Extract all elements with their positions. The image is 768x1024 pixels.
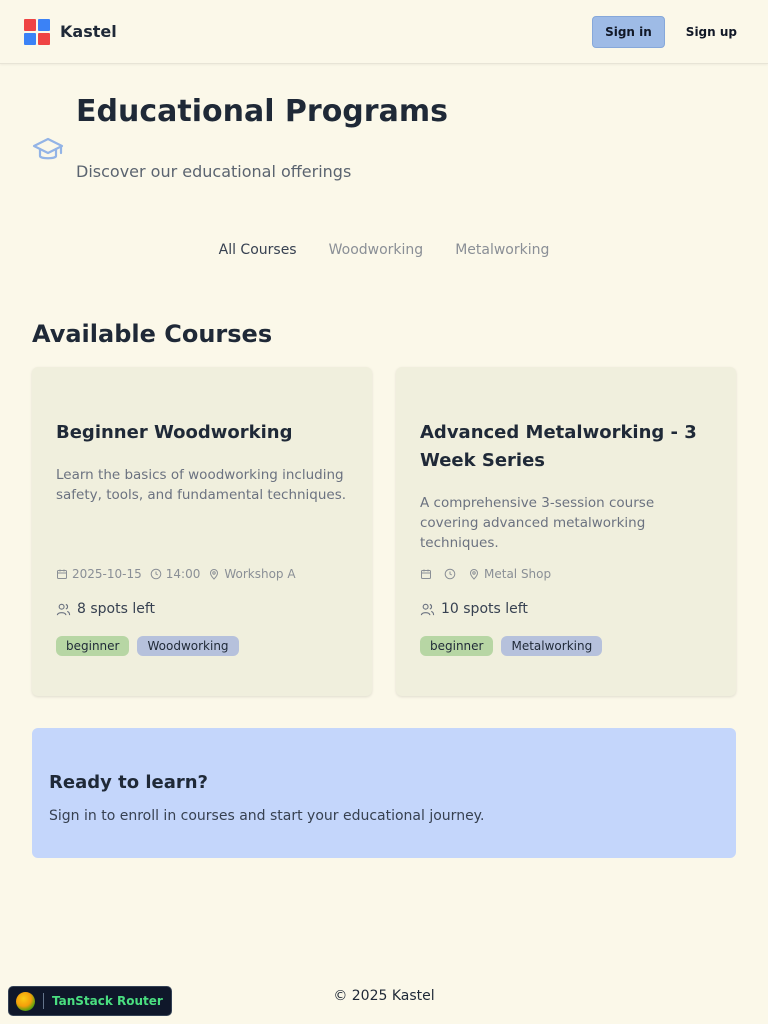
level-badge: beginner — [56, 636, 130, 656]
course-card[interactable]: Beginner Woodworking Learn the basics of… — [32, 367, 372, 696]
course-list: Beginner Woodworking Learn the basics of… — [32, 367, 736, 696]
course-location: Workshop A — [208, 567, 296, 581]
callout-text: Sign in to enroll in courses and start y… — [49, 808, 485, 824]
spots-left: 10 spots left — [420, 601, 528, 617]
course-time — [444, 568, 460, 580]
users-icon — [420, 603, 435, 615]
tab-metalworking[interactable]: Metalworking — [455, 240, 549, 260]
course-meta: 2025-10-15 14:00 Workshop A — [56, 567, 348, 581]
sign-in-button[interactable]: Sign in — [592, 15, 665, 48]
calendar-icon — [421, 569, 431, 579]
divider — [43, 993, 44, 1009]
clock-icon — [444, 568, 456, 580]
devtools-label: TanStack Router — [52, 994, 163, 1008]
course-filter-tabs: All Courses Woodworking Metalworking — [0, 240, 768, 260]
course-time: 14:00 — [150, 567, 201, 581]
spots-left-text: 10 spots left — [441, 601, 528, 617]
map-pin-icon — [469, 569, 479, 580]
section-title: Available Courses — [32, 320, 273, 348]
kastel-logo-icon — [24, 18, 50, 45]
spots-left-text: 8 spots left — [77, 601, 156, 617]
users-icon — [56, 603, 71, 615]
course-tags: beginner Woodworking — [56, 636, 239, 656]
app-name: Kastel — [60, 22, 117, 41]
course-description: Learn the basics of woodworking includin… — [56, 467, 347, 503]
course-title: Beginner Woodworking — [56, 422, 293, 443]
course-date-text: 2025-10-15 — [72, 567, 142, 581]
calendar-icon — [57, 569, 67, 579]
page-hero: Educational Programs Discover our educat… — [32, 94, 736, 194]
course-description: A comprehensive 3-session course coverin… — [420, 495, 655, 551]
course-card[interactable]: Advanced Metalworking - 3 Week Series A … — [396, 367, 736, 696]
course-date — [420, 568, 436, 580]
auth-actions: Sign in Sign up — [592, 15, 744, 48]
spots-left: 8 spots left — [56, 601, 155, 617]
clock-icon — [150, 568, 162, 580]
course-title: Advanced Metalworking - 3 Week Series — [420, 422, 697, 471]
tanstack-router-devtools-button[interactable]: TanStack Router — [8, 986, 172, 1016]
graduation-cap-icon — [32, 137, 64, 160]
course-meta: Metal Shop — [420, 567, 712, 581]
category-badge: Woodworking — [137, 636, 239, 656]
top-navbar: Kastel Sign in Sign up — [0, 0, 768, 64]
tab-all-courses[interactable]: All Courses — [219, 240, 297, 260]
course-date: 2025-10-15 — [56, 567, 142, 581]
sign-up-button[interactable]: Sign up — [679, 16, 744, 48]
category-badge: Metalworking — [501, 636, 603, 656]
page-subtitle: Discover our educational offerings — [76, 162, 352, 181]
course-tags: beginner Metalworking — [420, 636, 603, 656]
brand[interactable]: Kastel — [24, 18, 117, 45]
page-title: Educational Programs — [76, 94, 448, 129]
tanstack-logo-icon — [16, 991, 35, 1011]
enroll-callout: Ready to learn? Sign in to enroll in cou… — [32, 728, 736, 858]
course-location-text: Metal Shop — [484, 567, 552, 581]
callout-title: Ready to learn? — [49, 772, 208, 793]
course-location-text: Workshop A — [224, 567, 296, 581]
level-badge: beginner — [420, 636, 494, 656]
map-pin-icon — [210, 569, 219, 580]
course-time-text: 14:00 — [165, 567, 201, 581]
course-location: Metal Shop — [468, 567, 551, 581]
tab-woodworking[interactable]: Woodworking — [329, 240, 424, 260]
